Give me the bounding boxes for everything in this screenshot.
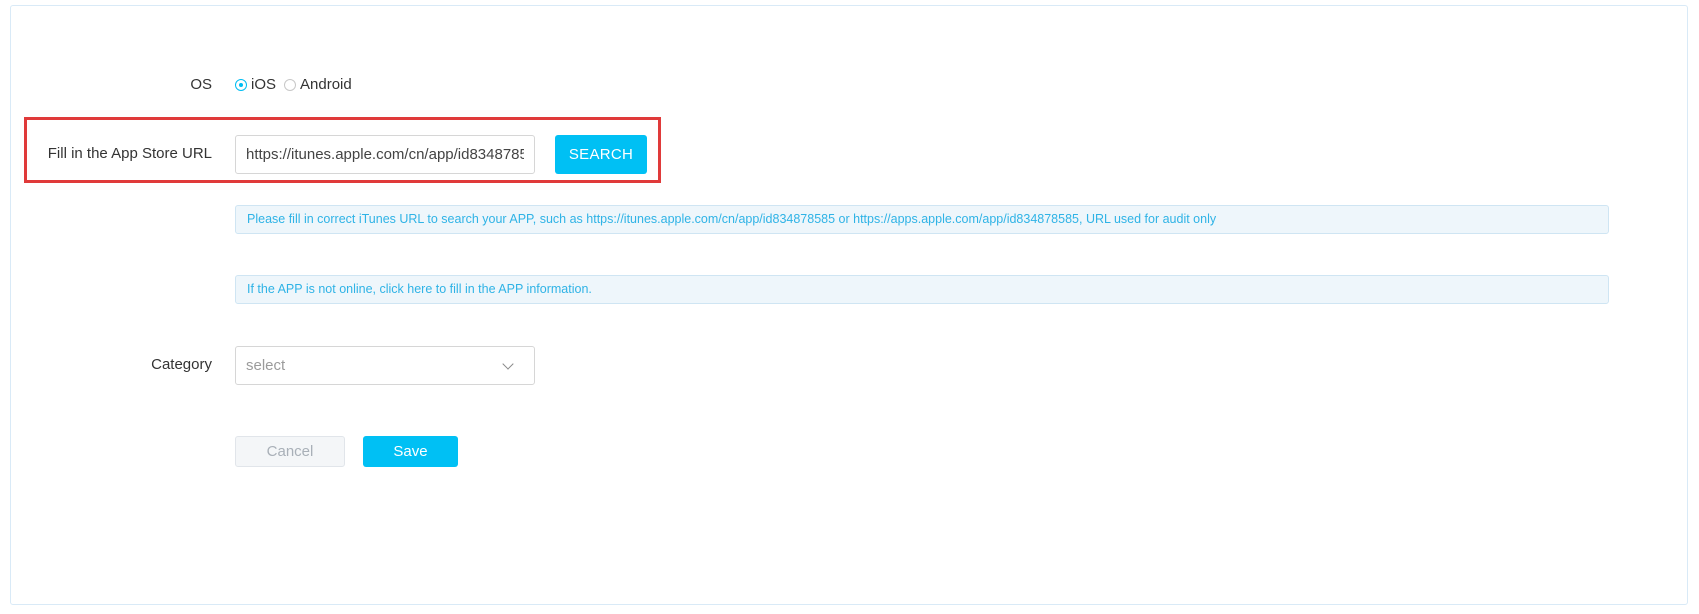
category-label: Category	[151, 356, 212, 373]
app-store-url-input[interactable]	[235, 135, 535, 174]
form-panel	[10, 5, 1688, 605]
save-button[interactable]: Save	[363, 436, 458, 467]
category-select[interactable]: select	[235, 346, 535, 385]
os-option-label-ios: iOS	[251, 76, 277, 93]
os-radio-group: iOS Android	[235, 76, 360, 93]
radio-unchecked-icon[interactable]	[284, 78, 297, 91]
url-hint-box: Please fill in correct iTunes URL to sea…	[235, 205, 1609, 234]
os-option-label-android: Android	[300, 76, 352, 93]
search-button[interactable]: SEARCH	[555, 135, 647, 174]
cancel-button[interactable]: Cancel	[235, 436, 345, 467]
offline-app-hint-link[interactable]: If the APP is not online, click here to …	[235, 275, 1609, 304]
os-label: OS	[190, 76, 212, 93]
chevron-down-icon	[502, 358, 514, 370]
app-store-url-label: Fill in the App Store URL	[47, 145, 212, 162]
os-radio-android[interactable]: Android	[284, 76, 352, 93]
os-radio-ios[interactable]: iOS	[235, 76, 276, 93]
radio-checked-icon[interactable]	[235, 78, 247, 91]
category-select-placeholder: select	[246, 357, 286, 374]
